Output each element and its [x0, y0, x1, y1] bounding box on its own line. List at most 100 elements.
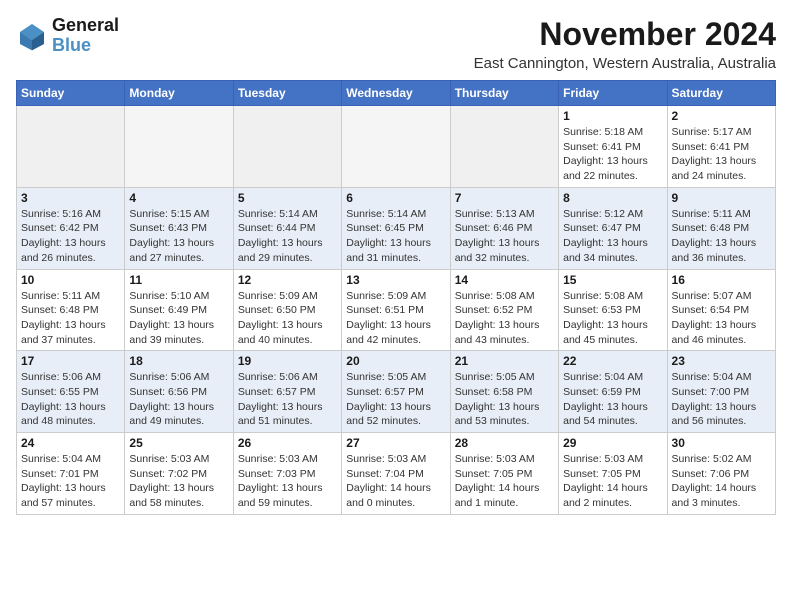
calendar-cell: 20 Sunrise: 5:05 AM Sunset: 6:57 PM Dayli…: [342, 351, 450, 433]
day-info: Sunrise: 5:05 AM Sunset: 6:57 PM Dayligh…: [346, 370, 445, 429]
day-number: 28: [455, 436, 554, 450]
calendar-cell: [342, 106, 450, 188]
day-header-friday: Friday: [559, 81, 667, 106]
day-info: Sunrise: 5:06 AM Sunset: 6:57 PM Dayligh…: [238, 370, 337, 429]
calendar-cell: 24 Sunrise: 5:04 AM Sunset: 7:01 PM Dayli…: [17, 433, 125, 515]
day-info: Sunrise: 5:15 AM Sunset: 6:43 PM Dayligh…: [129, 207, 228, 266]
calendar-cell: 11 Sunrise: 5:10 AM Sunset: 6:49 PM Dayli…: [125, 269, 233, 351]
calendar-cell: 9 Sunrise: 5:11 AM Sunset: 6:48 PM Daylig…: [667, 187, 775, 269]
calendar-cell: 14 Sunrise: 5:08 AM Sunset: 6:52 PM Dayli…: [450, 269, 558, 351]
calendar-cell: 25Sunrise: 5:03 AM Sunset: 7:02 PM Dayli…: [125, 433, 233, 515]
day-header-monday: Monday: [125, 81, 233, 106]
day-info: Sunrise: 5:12 AM Sunset: 6:47 PM Dayligh…: [563, 207, 662, 266]
day-header-wednesday: Wednesday: [342, 81, 450, 106]
day-info: Sunrise: 5:02 AM Sunset: 7:06 PM Dayligh…: [672, 452, 771, 511]
day-number: 23: [672, 354, 771, 368]
day-info: Sunrise: 5:08 AM Sunset: 6:52 PM Dayligh…: [455, 289, 554, 348]
calendar-week-4: 17 Sunrise: 5:06 AM Sunset: 6:55 PM Dayli…: [17, 351, 776, 433]
day-info: Sunrise: 5:03 AM Sunset: 7:05 PM Dayligh…: [563, 452, 662, 511]
day-number: 29: [563, 436, 662, 450]
day-info: Sunrise: 5:06 AM Sunset: 6:55 PM Dayligh…: [21, 370, 120, 429]
calendar-cell: 1 Sunrise: 5:18 AM Sunset: 6:41 PM Daylig…: [559, 106, 667, 188]
day-number: 30: [672, 436, 771, 450]
calendar-cell: 27Sunrise: 5:03 AM Sunset: 7:04 PM Dayli…: [342, 433, 450, 515]
day-number: 22: [563, 354, 662, 368]
calendar-cell: 2Sunrise: 5:17 AM Sunset: 6:41 PM Daylig…: [667, 106, 775, 188]
day-header-thursday: Thursday: [450, 81, 558, 106]
day-info: Sunrise: 5:18 AM Sunset: 6:41 PM Dayligh…: [563, 125, 662, 184]
day-info: Sunrise: 5:10 AM Sunset: 6:49 PM Dayligh…: [129, 289, 228, 348]
calendar-cell: 7Sunrise: 5:13 AM Sunset: 6:46 PM Daylig…: [450, 187, 558, 269]
day-number: 5: [238, 191, 337, 205]
day-info: Sunrise: 5:04 AM Sunset: 7:01 PM Dayligh…: [21, 452, 120, 511]
day-number: 7: [455, 191, 554, 205]
day-number: 12: [238, 273, 337, 287]
page-header: General Blue November 2024 East Canningt…: [16, 16, 776, 72]
day-number: 16: [672, 273, 771, 287]
day-info: Sunrise: 5:06 AM Sunset: 6:56 PM Dayligh…: [129, 370, 228, 429]
calendar-cell: 18Sunrise: 5:06 AM Sunset: 6:56 PM Dayli…: [125, 351, 233, 433]
day-header-saturday: Saturday: [667, 81, 775, 106]
day-number: 11: [129, 273, 228, 287]
day-number: 9: [672, 191, 771, 205]
day-number: 21: [455, 354, 554, 368]
calendar-cell: 19 Sunrise: 5:06 AM Sunset: 6:57 PM Dayli…: [233, 351, 341, 433]
day-number: 2: [672, 109, 771, 123]
logo-icon: [16, 20, 48, 52]
day-number: 24: [21, 436, 120, 450]
day-header-sunday: Sunday: [17, 81, 125, 106]
day-number: 10: [21, 273, 120, 287]
day-info: Sunrise: 5:14 AM Sunset: 6:44 PM Dayligh…: [238, 207, 337, 266]
calendar-cell: 5 Sunrise: 5:14 AM Sunset: 6:44 PM Daylig…: [233, 187, 341, 269]
calendar-week-1: 1 Sunrise: 5:18 AM Sunset: 6:41 PM Daylig…: [17, 106, 776, 188]
logo: General Blue: [16, 16, 119, 56]
calendar-cell: 26 Sunrise: 5:03 AM Sunset: 7:03 PM Dayli…: [233, 433, 341, 515]
calendar: SundayMondayTuesdayWednesdayThursdayFrid…: [16, 80, 776, 515]
calendar-cell: 16 Sunrise: 5:07 AM Sunset: 6:54 PM Dayli…: [667, 269, 775, 351]
calendar-cell: 15 Sunrise: 5:08 AM Sunset: 6:53 PM Dayli…: [559, 269, 667, 351]
day-number: 26: [238, 436, 337, 450]
calendar-week-2: 3 Sunrise: 5:16 AM Sunset: 6:42 PM Daylig…: [17, 187, 776, 269]
calendar-cell: [450, 106, 558, 188]
subtitle: East Cannington, Western Australia, Aust…: [474, 55, 776, 72]
calendar-cell: 8 Sunrise: 5:12 AM Sunset: 6:47 PM Daylig…: [559, 187, 667, 269]
calendar-cell: 12Sunrise: 5:09 AM Sunset: 6:50 PM Dayli…: [233, 269, 341, 351]
day-info: Sunrise: 5:05 AM Sunset: 6:58 PM Dayligh…: [455, 370, 554, 429]
calendar-header-row: SundayMondayTuesdayWednesdayThursdayFrid…: [17, 81, 776, 106]
calendar-cell: 13Sunrise: 5:09 AM Sunset: 6:51 PM Dayli…: [342, 269, 450, 351]
logo-text: General Blue: [52, 16, 119, 56]
day-number: 4: [129, 191, 228, 205]
day-number: 8: [563, 191, 662, 205]
calendar-cell: 10 Sunrise: 5:11 AM Sunset: 6:48 PM Dayli…: [17, 269, 125, 351]
month-title: November 2024: [474, 16, 776, 53]
day-number: 3: [21, 191, 120, 205]
day-info: Sunrise: 5:11 AM Sunset: 6:48 PM Dayligh…: [21, 289, 120, 348]
calendar-cell: 28 Sunrise: 5:03 AM Sunset: 7:05 PM Dayli…: [450, 433, 558, 515]
day-info: Sunrise: 5:08 AM Sunset: 6:53 PM Dayligh…: [563, 289, 662, 348]
day-number: 20: [346, 354, 445, 368]
calendar-cell: 3 Sunrise: 5:16 AM Sunset: 6:42 PM Daylig…: [17, 187, 125, 269]
day-number: 25: [129, 436, 228, 450]
day-info: Sunrise: 5:09 AM Sunset: 6:51 PM Dayligh…: [346, 289, 445, 348]
title-area: November 2024 East Cannington, Western A…: [474, 16, 776, 72]
calendar-cell: 30 Sunrise: 5:02 AM Sunset: 7:06 PM Dayli…: [667, 433, 775, 515]
day-number: 17: [21, 354, 120, 368]
day-info: Sunrise: 5:03 AM Sunset: 7:05 PM Dayligh…: [455, 452, 554, 511]
day-number: 27: [346, 436, 445, 450]
day-number: 1: [563, 109, 662, 123]
day-info: Sunrise: 5:04 AM Sunset: 7:00 PM Dayligh…: [672, 370, 771, 429]
day-info: Sunrise: 5:07 AM Sunset: 6:54 PM Dayligh…: [672, 289, 771, 348]
day-header-tuesday: Tuesday: [233, 81, 341, 106]
day-info: Sunrise: 5:16 AM Sunset: 6:42 PM Dayligh…: [21, 207, 120, 266]
day-info: Sunrise: 5:03 AM Sunset: 7:03 PM Dayligh…: [238, 452, 337, 511]
day-number: 19: [238, 354, 337, 368]
day-info: Sunrise: 5:11 AM Sunset: 6:48 PM Dayligh…: [672, 207, 771, 266]
day-number: 15: [563, 273, 662, 287]
calendar-cell: [125, 106, 233, 188]
calendar-cell: 29 Sunrise: 5:03 AM Sunset: 7:05 PM Dayli…: [559, 433, 667, 515]
calendar-cell: [233, 106, 341, 188]
day-number: 6: [346, 191, 445, 205]
day-number: 14: [455, 273, 554, 287]
calendar-cell: 21 Sunrise: 5:05 AM Sunset: 6:58 PM Dayli…: [450, 351, 558, 433]
day-info: Sunrise: 5:04 AM Sunset: 6:59 PM Dayligh…: [563, 370, 662, 429]
